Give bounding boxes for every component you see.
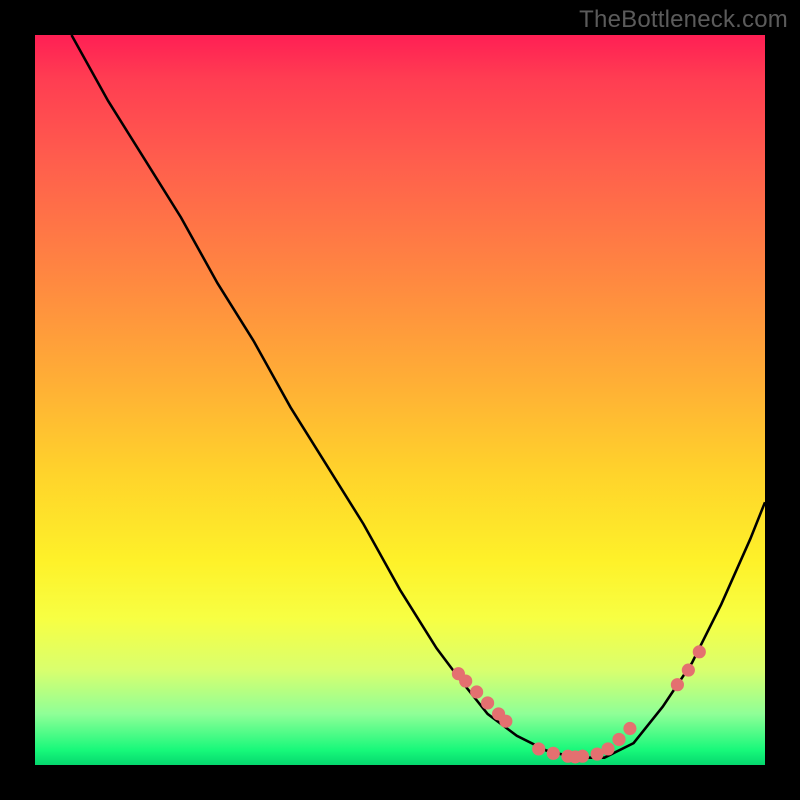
curve-line (72, 35, 766, 758)
watermark-text: TheBottleneck.com (579, 6, 788, 34)
marker-dot (481, 696, 494, 709)
marker-dot (671, 678, 684, 691)
marker-dot (612, 733, 625, 746)
marker-dot (499, 715, 512, 728)
marker-dot (623, 722, 636, 735)
markers-group (452, 645, 706, 763)
marker-dot (470, 685, 483, 698)
marker-dot (601, 742, 614, 755)
marker-dot (576, 750, 589, 763)
marker-dot (682, 664, 695, 677)
plot-area (35, 35, 765, 765)
marker-dot (693, 645, 706, 658)
chart-frame: TheBottleneck.com (0, 0, 800, 800)
marker-dot (459, 674, 472, 687)
marker-dot (547, 747, 560, 760)
curve-svg (35, 35, 765, 765)
marker-dot (532, 742, 545, 755)
